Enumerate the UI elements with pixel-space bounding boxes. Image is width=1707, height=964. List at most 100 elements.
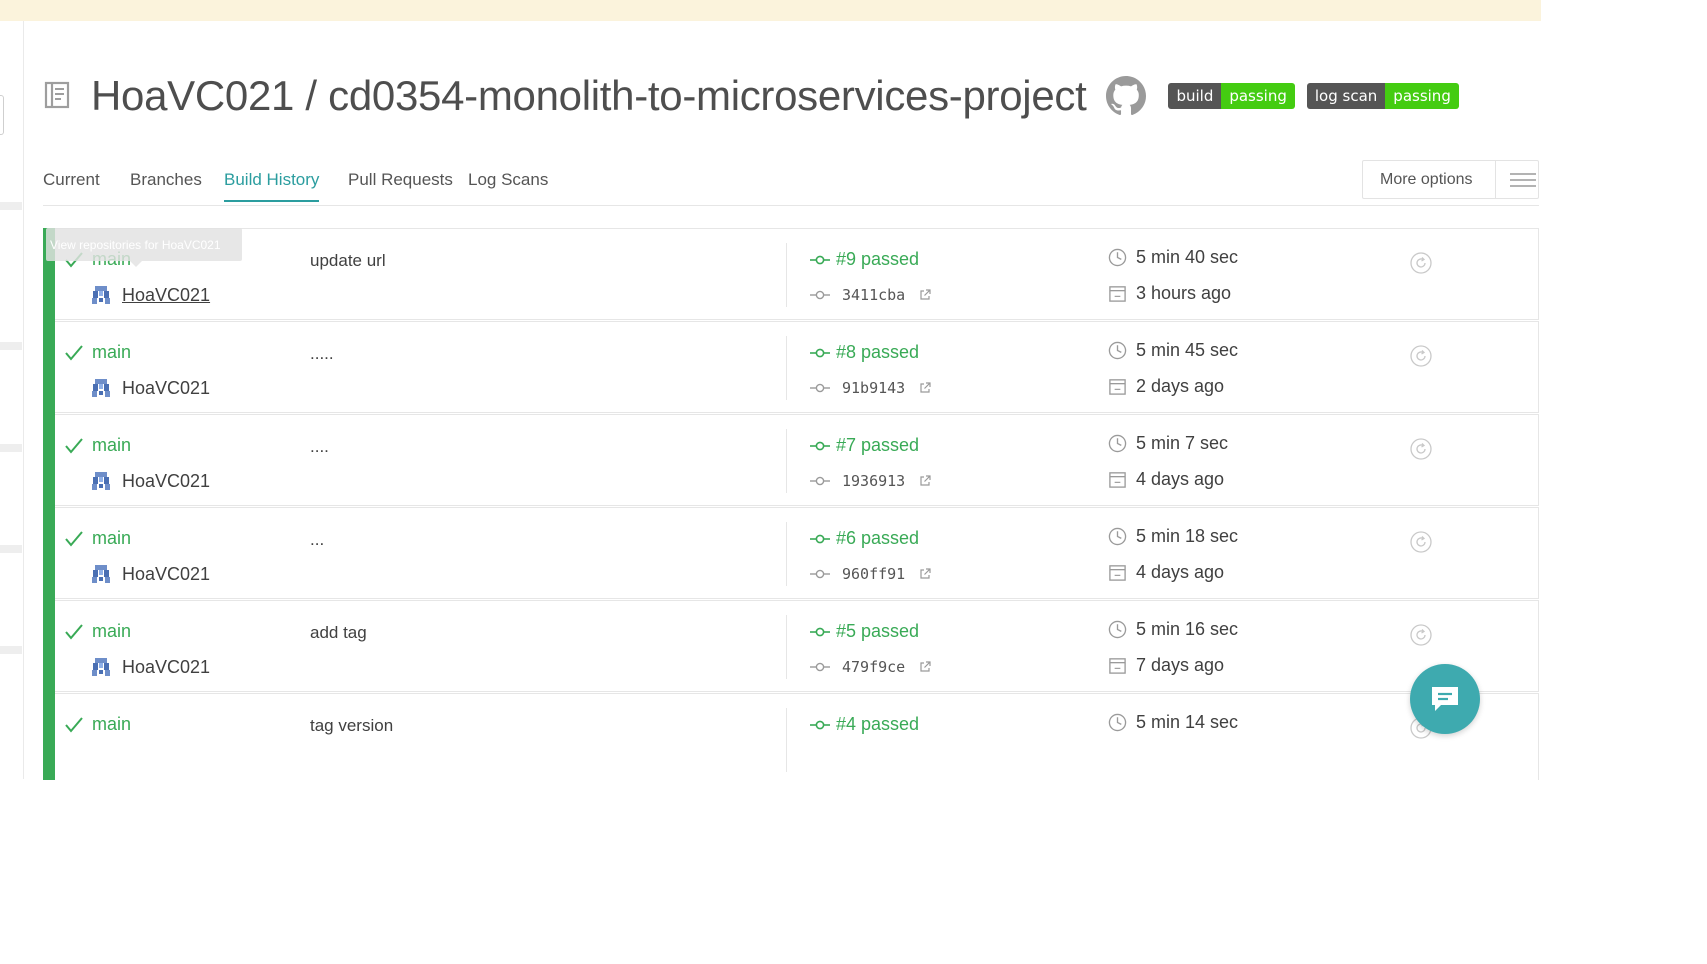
restart-icon[interactable] xyxy=(1410,531,1432,553)
build-duration: 5 min 14 sec xyxy=(1108,712,1238,733)
build-branch[interactable]: main xyxy=(65,714,131,735)
avatar xyxy=(92,565,110,583)
build-row[interactable]: main HoaVC021 ..... #8 passed 91b9143 5 … xyxy=(43,321,1539,415)
avatar xyxy=(92,379,110,397)
commit-sha-link[interactable]: 960ff91 xyxy=(810,565,931,583)
commit-icon xyxy=(810,383,830,393)
build-branch[interactable]: main xyxy=(65,342,131,363)
restart-icon[interactable] xyxy=(1410,438,1432,460)
main-content: HoaVC021 / cd0354-monolith-to-microservi… xyxy=(0,0,1541,780)
tab-branches[interactable]: Branches xyxy=(130,170,202,200)
build-status-bar xyxy=(43,414,55,508)
build-duration: 5 min 18 sec xyxy=(1108,526,1238,547)
calendar-icon xyxy=(1109,286,1126,302)
commit-sha: 3411cba xyxy=(842,286,906,304)
duration-text: 5 min 16 sec xyxy=(1136,619,1239,639)
check-icon xyxy=(65,623,83,640)
commit-sha: 479f9ce xyxy=(842,658,906,676)
build-status-bar xyxy=(43,321,55,415)
commit-sha-link[interactable]: 479f9ce xyxy=(810,658,931,676)
row-divider xyxy=(786,708,787,772)
build-branch[interactable]: main xyxy=(65,435,131,456)
badge-label: build xyxy=(1168,83,1222,109)
build-author[interactable]: HoaVC021 xyxy=(90,377,210,399)
build-finished: 3 hours ago xyxy=(1108,283,1231,304)
build-number[interactable]: #4 passed xyxy=(810,714,919,735)
commit-message: add tag xyxy=(310,623,367,642)
build-number-label: #6 passed xyxy=(836,528,920,548)
hamburger-menu-icon xyxy=(1510,172,1536,187)
commit-sha-link[interactable]: 1936913 xyxy=(810,472,931,490)
external-link-icon xyxy=(920,382,931,393)
external-link-icon xyxy=(920,661,931,672)
author-name: HoaVC021 xyxy=(122,284,211,305)
log-scan-badge[interactable]: log scan passing xyxy=(1306,83,1459,109)
build-row[interactable]: main tag version #4 passed 5 min 14 sec xyxy=(43,693,1539,780)
build-number-label: #9 passed xyxy=(836,249,920,269)
more-options-button[interactable]: More options xyxy=(1362,160,1539,199)
duration-text: 5 min 7 sec xyxy=(1136,433,1229,453)
commit-message: ..... xyxy=(310,344,334,363)
author-name: HoaVC021 xyxy=(122,377,211,398)
repo-title: HoaVC021 / cd0354-monolith-to-microservi… xyxy=(91,72,1087,119)
build-row[interactable]: main HoaVC021 ... #6 passed 960ff91 5 mi… xyxy=(43,507,1539,601)
finished-text: 3 hours ago xyxy=(1136,283,1232,303)
build-number[interactable]: #5 passed xyxy=(810,621,919,642)
badge-label: log scan xyxy=(1306,83,1386,109)
finished-text: 7 days ago xyxy=(1136,655,1225,675)
commit-message: ... xyxy=(310,530,325,549)
check-icon xyxy=(65,530,83,547)
build-status-bar xyxy=(43,507,55,601)
tooltip-arrow xyxy=(130,261,142,267)
build-row[interactable]: main HoaVC021 .... #7 passed 1936913 5 m… xyxy=(43,414,1539,508)
chat-support-button[interactable] xyxy=(1410,664,1480,734)
restart-icon[interactable] xyxy=(1410,252,1432,274)
row-divider xyxy=(786,615,787,679)
calendar-icon xyxy=(1109,379,1126,395)
build-author[interactable]: HoaVC021 xyxy=(90,284,210,306)
badge-status: passing xyxy=(1221,83,1295,109)
sidebar-divider xyxy=(0,202,22,210)
build-number[interactable]: #9 passed xyxy=(810,249,919,270)
commit-sha: 1936913 xyxy=(842,472,906,490)
tab-current[interactable]: Current xyxy=(43,170,100,200)
build-author[interactable]: HoaVC021 xyxy=(90,470,210,492)
build-status-badge[interactable]: build passing xyxy=(1168,83,1295,109)
build-author[interactable]: HoaVC021 xyxy=(90,656,210,678)
left-sidebar-edge xyxy=(0,21,24,779)
commit-sha-link[interactable]: 91b9143 xyxy=(810,379,931,397)
more-options-label: More options xyxy=(1380,170,1473,188)
commit-icon xyxy=(810,255,830,264)
author-name: HoaVC021 xyxy=(122,470,211,491)
build-status-bar xyxy=(43,693,55,780)
build-row[interactable]: main HoaVC021 add tag #5 passed 479f9ce … xyxy=(43,600,1539,694)
build-branch[interactable]: main xyxy=(65,621,131,642)
external-link-icon xyxy=(920,475,931,486)
build-number[interactable]: #6 passed xyxy=(810,528,919,549)
build-author[interactable]: HoaVC021 xyxy=(90,563,210,585)
restart-icon[interactable] xyxy=(1410,345,1432,367)
build-number[interactable]: #7 passed xyxy=(810,435,919,456)
build-number[interactable]: #8 passed xyxy=(810,342,919,363)
commit-icon xyxy=(810,441,830,450)
sidebar-divider xyxy=(0,646,22,654)
commit-sha-link[interactable]: 3411cba xyxy=(810,286,931,304)
calendar-icon xyxy=(1109,472,1126,488)
branch-name: main xyxy=(92,528,132,548)
build-duration: 5 min 7 sec xyxy=(1108,433,1228,454)
sidebar-divider xyxy=(0,444,22,452)
tab-build-history[interactable]: Build History xyxy=(224,170,320,202)
check-icon xyxy=(65,344,83,361)
build-row[interactable]: main HoaVC021 update url xyxy=(43,228,1539,322)
finished-text: 2 days ago xyxy=(1136,376,1225,396)
sidebar-collapsed-control[interactable] xyxy=(0,95,4,135)
repo-header: HoaVC021 / cd0354-monolith-to-microservi… xyxy=(43,68,1471,124)
restart-icon[interactable] xyxy=(1410,624,1432,646)
commit-icon xyxy=(810,534,830,543)
github-octocat-icon[interactable] xyxy=(1106,76,1147,116)
check-icon xyxy=(65,437,83,454)
build-branch[interactable]: main xyxy=(65,528,131,549)
author-name: HoaVC021 xyxy=(122,563,211,584)
tab-log-scans[interactable]: Log Scans xyxy=(468,170,548,200)
tab-pull-requests[interactable]: Pull Requests xyxy=(348,170,453,200)
